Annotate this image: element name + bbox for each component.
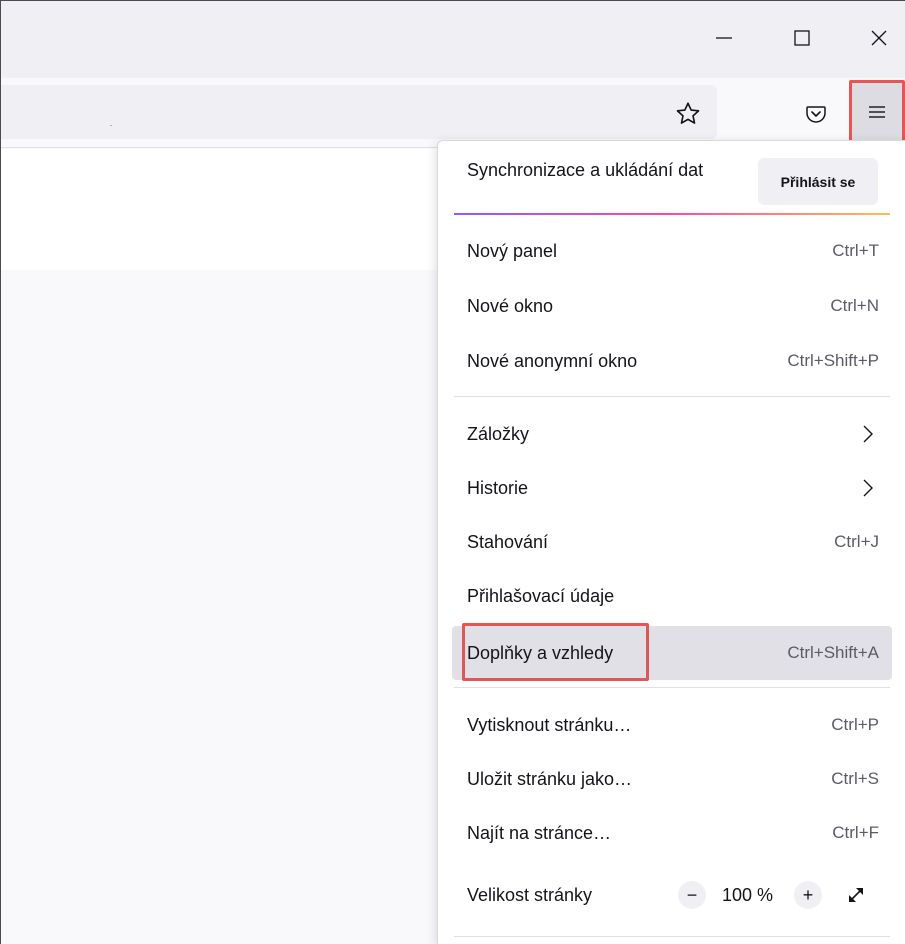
menu-separator [454,936,890,937]
menu-separator [454,687,890,688]
menu-item-bookmarks[interactable]: Záložky [452,410,892,458]
menu-item-label: Nové anonymní okno [467,351,638,371]
fullscreen-button[interactable] [842,881,870,909]
fullscreen-icon [849,888,863,902]
close-button[interactable] [856,18,902,58]
menu-item-shortcut: Ctrl+Shift+A [787,643,879,662]
app-menu-panel: Synchronizace a ukládání dat Přihlásit s… [437,140,905,944]
menu-item-label: Přihlašovací údaje [467,586,615,606]
navigation-toolbar [0,78,905,148]
menu-item-shortcut: Ctrl+S [831,769,879,788]
chevron-right-icon [863,425,873,443]
close-icon [871,30,887,46]
menu-item-label: Stahování [467,532,549,552]
menu-item-label: Najít na stránce… [467,823,612,843]
menu-item-passwords[interactable]: Přihlašovací údaje [452,572,892,620]
star-icon [676,102,700,124]
menu-item-label: Vytisknout stránku… [467,715,632,735]
zoom-in-button[interactable]: + [794,881,822,909]
menu-item-label: Nové okno [467,296,554,316]
minimize-icon [716,37,732,39]
zoom-out-button[interactable]: − [678,881,706,909]
sync-divider [454,213,890,215]
hamburger-menu-icon [869,106,885,118]
menu-item-shortcut: Ctrl+J [834,532,879,551]
menu-item-label: Nový panel [467,241,558,261]
minimize-button[interactable] [701,18,747,58]
open-menu-button[interactable] [849,80,905,144]
menu-item-save-page[interactable]: Uložit stránku jako… Ctrl+S [452,755,892,803]
menu-item-shortcut: Ctrl+P [831,715,879,734]
sync-title: Synchronizace a ukládání dat [467,160,704,180]
pocket-icon [806,106,826,123]
title-bar [0,0,905,78]
menu-item-find-in-page[interactable]: Najít na stránce… Ctrl+F [452,809,892,857]
zoom-label: Velikost stránky [467,885,593,905]
url-bar[interactable] [0,85,717,139]
menu-item-new-tab[interactable]: Nový panel Ctrl+T [452,227,892,275]
menu-item-label: Záložky [467,424,530,444]
menu-item-shortcut: Ctrl+F [832,823,879,842]
signin-button[interactable]: Přihlásit se [758,158,878,205]
bookmark-star-button[interactable] [670,96,706,132]
pocket-button[interactable] [798,96,834,132]
zoom-controls: Velikost stránky − 100 % + [452,867,892,923]
chevron-right-icon [863,479,873,497]
window-border-top [0,0,905,1]
menu-item-label: Historie [467,478,529,498]
window-border-left [0,0,1,944]
maximize-icon [794,30,810,46]
menu-item-shortcut: Ctrl+N [830,296,879,315]
menu-item-label: Uložit stránku jako… [467,769,633,789]
url-bar-mark [110,125,112,126]
menu-item-shortcut: Ctrl+T [832,241,879,260]
maximize-button[interactable] [779,18,825,58]
annotation-highlight-box [462,623,649,681]
menu-separator [454,396,890,397]
menu-item-print[interactable]: Vytisknout stránku… Ctrl+P [452,701,892,749]
menu-item-history[interactable]: Historie [452,464,892,512]
menu-item-downloads[interactable]: Stahování Ctrl+J [452,518,892,566]
menu-item-new-window[interactable]: Nové okno Ctrl+N [452,282,892,330]
menu-item-shortcut: Ctrl+Shift+P [787,351,879,370]
menu-item-new-private-window[interactable]: Nové anonymní okno Ctrl+Shift+P [452,337,892,385]
zoom-reset-button[interactable]: 100 % [722,867,773,923]
